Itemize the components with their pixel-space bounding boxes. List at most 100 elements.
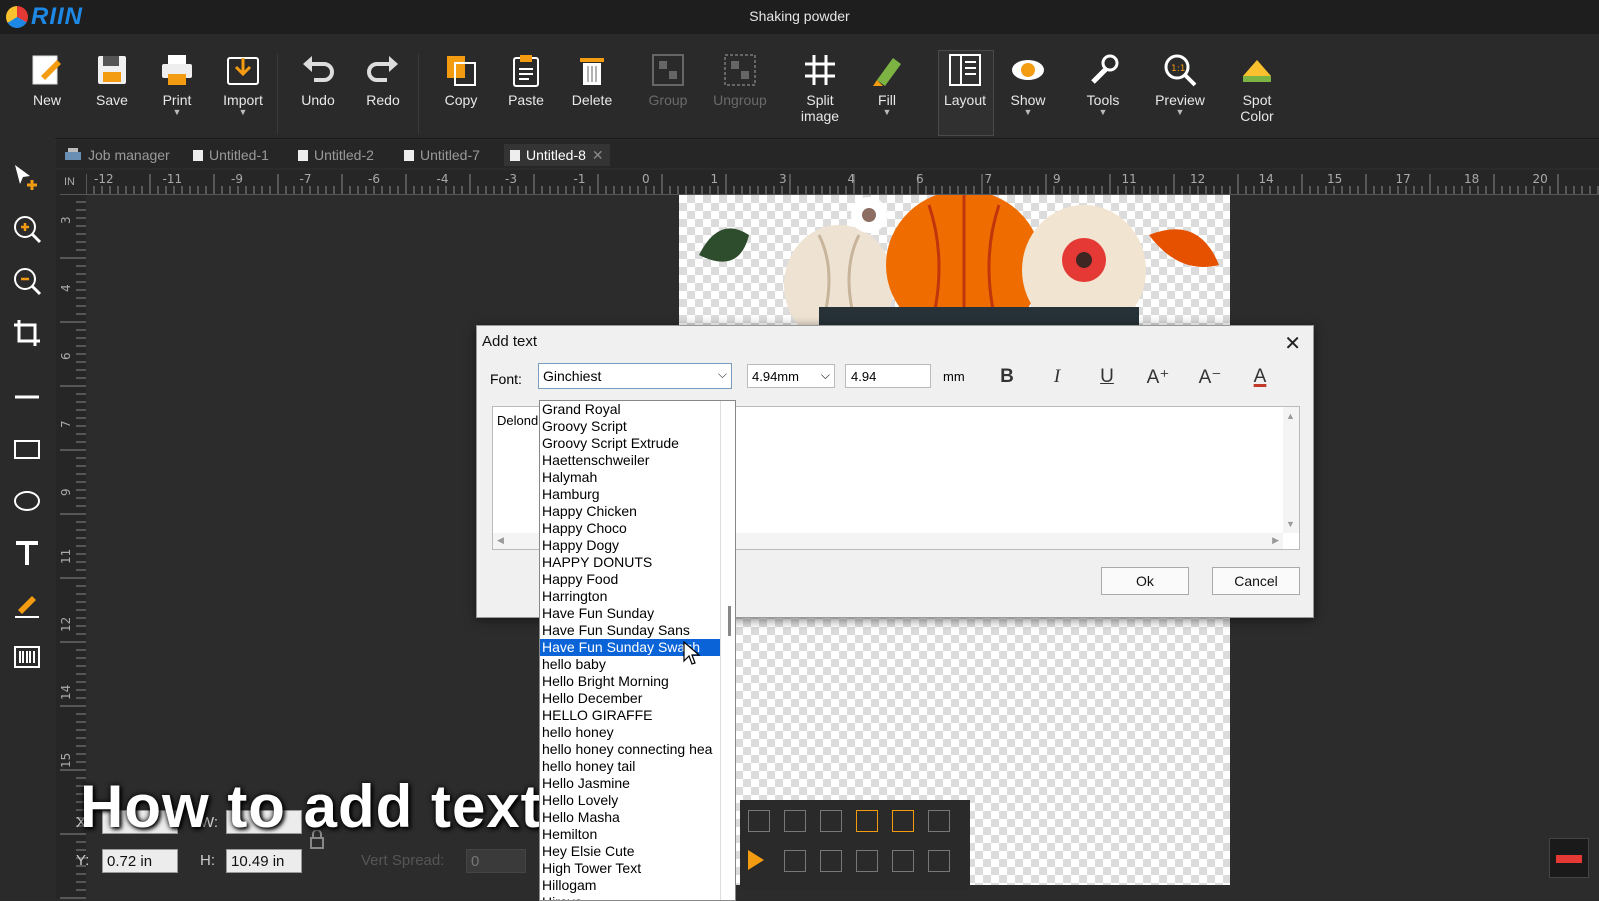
bring-forward-icon[interactable] — [784, 850, 806, 872]
fill-button[interactable]: Fill ▼ — [855, 52, 919, 117]
scroll-down-icon[interactable]: ▼ — [1286, 519, 1295, 529]
font-option[interactable]: Hemilton — [540, 826, 735, 843]
fill-dropdown-caret-icon[interactable]: ▼ — [855, 108, 919, 117]
copy-button[interactable]: Copy — [429, 52, 493, 108]
tab-job-manager[interactable]: Job manager — [64, 144, 170, 166]
ellipse-tool[interactable] — [10, 484, 44, 518]
tab-close-icon[interactable]: ✕ — [592, 147, 604, 164]
rectangle-tool[interactable] — [10, 432, 44, 466]
tab-untitled-7[interactable]: Untitled-7 — [404, 144, 480, 166]
print-button[interactable]: Print ▼ — [145, 52, 209, 117]
print-dropdown-caret-icon[interactable]: ▼ — [145, 108, 209, 117]
font-option[interactable]: Groovy Script — [540, 418, 735, 435]
scroll-up-icon[interactable]: ▲ — [1286, 411, 1295, 421]
close-icon[interactable]: ✕ — [1284, 331, 1301, 356]
font-option[interactable]: Halymah — [540, 469, 735, 486]
underline-button[interactable]: U — [1092, 366, 1122, 388]
paste-button[interactable]: Paste — [494, 52, 558, 108]
show-dropdown-caret-icon[interactable]: ▼ — [996, 108, 1060, 117]
font-option[interactable]: hello honey — [540, 724, 735, 741]
font-option[interactable]: High Tower Text — [540, 860, 735, 877]
font-option[interactable]: Happy Choco — [540, 520, 735, 537]
align-bottom-icon[interactable] — [820, 810, 842, 832]
font-dropdown-list[interactable]: Grand Royal Groovy Script Groovy Script Ex… — [539, 400, 736, 901]
font-option[interactable]: Hamburg — [540, 486, 735, 503]
import-button[interactable]: Import ▼ — [211, 52, 275, 117]
vert-spread-field[interactable]: 0 — [466, 849, 526, 873]
text-color-button[interactable]: A — [1245, 366, 1275, 388]
font-option[interactable]: Hey Elsie Cute — [540, 843, 735, 860]
scroll-right-icon[interactable]: ▶ — [1272, 535, 1279, 546]
play-icon[interactable] — [748, 850, 764, 870]
italic-button[interactable]: I — [1042, 366, 1072, 388]
font-option[interactable]: hello baby — [540, 656, 735, 673]
group-button[interactable]: Group — [636, 52, 700, 108]
line-tool[interactable] — [10, 380, 44, 414]
y-field[interactable]: 0.72 in — [102, 849, 178, 873]
font-option[interactable]: Hillogam — [540, 877, 735, 894]
crop-tool[interactable] — [10, 316, 44, 350]
font-option[interactable]: Groovy Script Extrude — [540, 435, 735, 452]
font-select[interactable]: Ginchiest ⌵ — [538, 363, 732, 389]
barcode-tool[interactable] — [10, 640, 44, 674]
font-option[interactable]: Harrington — [540, 588, 735, 605]
tab-untitled-1[interactable]: Untitled-1 — [193, 144, 269, 166]
decrease-size-button[interactable]: A⁻ — [1195, 366, 1225, 389]
select-move-tool[interactable] — [10, 160, 44, 194]
send-backward-icon[interactable] — [820, 850, 842, 872]
zoom-in-tool[interactable] — [10, 212, 44, 246]
align-top-icon[interactable] — [748, 810, 770, 832]
distribute-icon[interactable] — [928, 810, 950, 832]
cancel-button[interactable]: Cancel — [1212, 567, 1300, 595]
font-option[interactable]: Hello Jasmine — [540, 775, 735, 792]
increase-size-button[interactable]: A⁺ — [1143, 366, 1173, 389]
split-image-button[interactable]: Split image — [788, 52, 852, 124]
dropdown-scrollbar[interactable] — [720, 401, 735, 900]
new-button[interactable]: New — [15, 52, 79, 108]
font-option[interactable]: Hello Lovely — [540, 792, 735, 809]
font-option[interactable]: Hiraya — [540, 894, 735, 900]
font-option[interactable]: Have Fun Sunday Sans — [540, 622, 735, 639]
save-button[interactable]: Save — [80, 52, 144, 108]
font-option[interactable]: HELLO GIRAFFE — [540, 707, 735, 724]
zoom-out-tool[interactable] — [10, 264, 44, 298]
align-right-icon[interactable] — [928, 850, 950, 872]
delete-button[interactable]: Delete — [560, 52, 624, 108]
pen-tool[interactable] — [10, 588, 44, 622]
font-option[interactable]: Have Fun Sunday Swash — [540, 639, 735, 656]
pumpkin-artwork[interactable] — [679, 195, 1230, 325]
scroll-left-icon[interactable]: ◀ — [497, 535, 504, 546]
font-option[interactable]: Hello December — [540, 690, 735, 707]
size-select[interactable]: 4.94mm ⌵ — [747, 364, 835, 388]
font-option[interactable]: Happy Chicken — [540, 503, 735, 520]
tab-untitled-2[interactable]: Untitled-2 — [298, 144, 374, 166]
show-button[interactable]: Show ▼ — [996, 52, 1060, 117]
ok-button[interactable]: Ok — [1101, 567, 1189, 595]
center-horizontal-icon[interactable] — [856, 810, 878, 832]
font-option[interactable]: Hello Masha — [540, 809, 735, 826]
h-field[interactable]: 10.49 in — [226, 849, 302, 873]
font-option[interactable]: Grand Royal — [540, 401, 735, 418]
undo-button[interactable]: Undo — [286, 52, 350, 108]
tools-dropdown-caret-icon[interactable]: ▼ — [1071, 108, 1135, 117]
preview-button[interactable]: 1:1 Preview ▼ — [1148, 52, 1212, 117]
font-option[interactable]: HAPPY DONUTS — [540, 554, 735, 571]
align-middle-icon[interactable] — [784, 810, 806, 832]
spot-color-button[interactable]: Spot Color — [1225, 52, 1289, 124]
import-dropdown-caret-icon[interactable]: ▼ — [211, 108, 275, 117]
font-option[interactable]: hello honey tail — [540, 758, 735, 775]
font-option[interactable]: Haettenschweiler — [540, 452, 735, 469]
ungroup-button[interactable]: Ungroup — [708, 52, 772, 108]
tab-untitled-8[interactable]: Untitled-8 ✕ — [504, 144, 610, 166]
bold-button[interactable]: B — [992, 366, 1022, 388]
vertical-scrollbar[interactable]: ▲ ▼ — [1283, 407, 1299, 533]
tools-button[interactable]: Tools ▼ — [1071, 52, 1135, 117]
font-option[interactable]: Happy Food — [540, 571, 735, 588]
align-center-icon[interactable] — [892, 850, 914, 872]
text-tool[interactable] — [10, 536, 44, 570]
font-option[interactable]: Have Fun Sunday — [540, 605, 735, 622]
redo-button[interactable]: Redo — [351, 52, 415, 108]
size-input[interactable]: 4.94 — [845, 364, 931, 388]
font-option[interactable]: Happy Dogy — [540, 537, 735, 554]
font-option[interactable]: hello honey connecting hea — [540, 741, 735, 758]
